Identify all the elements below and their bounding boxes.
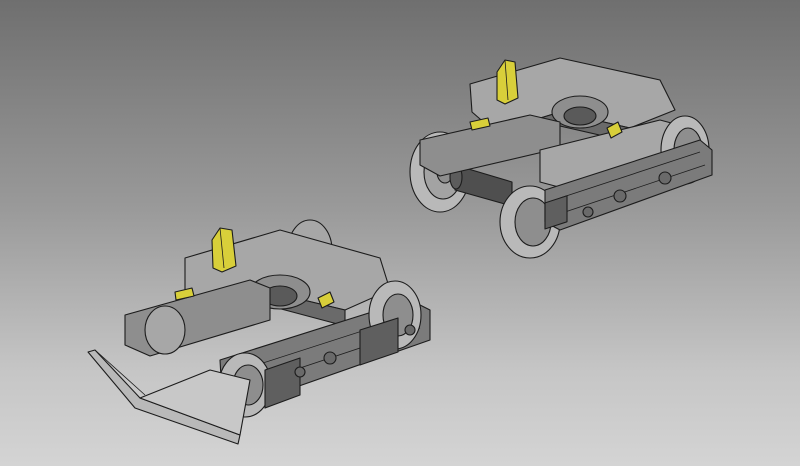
bogie-front[interactable] (87, 219, 431, 445)
bogie-rear[interactable] (409, 57, 713, 259)
model-render (87, 57, 713, 445)
rear-axle (454, 164, 513, 207)
cad-viewport[interactable] (0, 0, 800, 466)
